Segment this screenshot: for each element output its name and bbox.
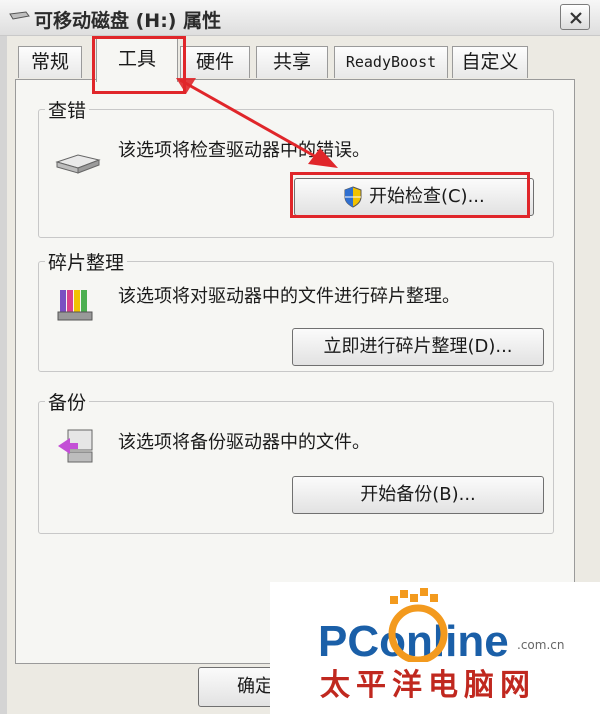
arrow-head-icon bbox=[308, 148, 338, 168]
pconline-watermark: PConline .com.cn 太平洋电脑网 bbox=[270, 582, 600, 714]
watermark-chinese-name: 太平洋电脑网 bbox=[320, 668, 536, 703]
watermark-domain: .com.cn bbox=[517, 638, 565, 652]
pconline-logo-text: PConline bbox=[318, 617, 509, 662]
